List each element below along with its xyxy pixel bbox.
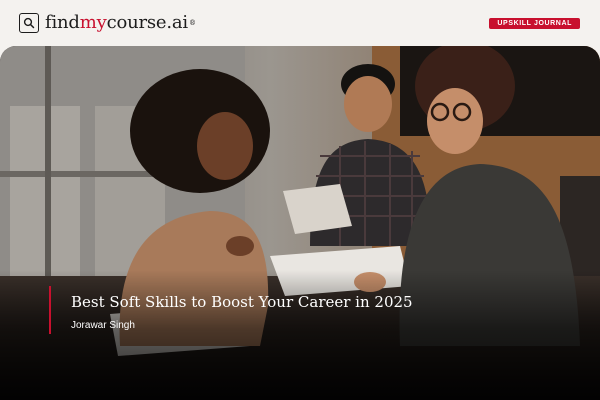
site-header: findmycourse.ai® UPSKILL JOURNAL [0,0,600,46]
site-logo[interactable]: findmycourse.ai® [19,12,196,34]
article-caption[interactable]: Best Soft Skills to Boost Your Career in… [49,286,569,334]
logo-accent: my [79,12,107,33]
logo-wordmark: findmycourse.ai® [45,12,196,33]
category-badge[interactable]: UPSKILL JOURNAL [489,18,580,29]
trademark-symbol: ® [189,19,196,27]
article-author[interactable]: Jorawar Singh [71,320,569,332]
search-icon [19,13,39,33]
hero-image [0,46,600,400]
article-title[interactable]: Best Soft Skills to Boost Your Career in… [71,292,569,312]
